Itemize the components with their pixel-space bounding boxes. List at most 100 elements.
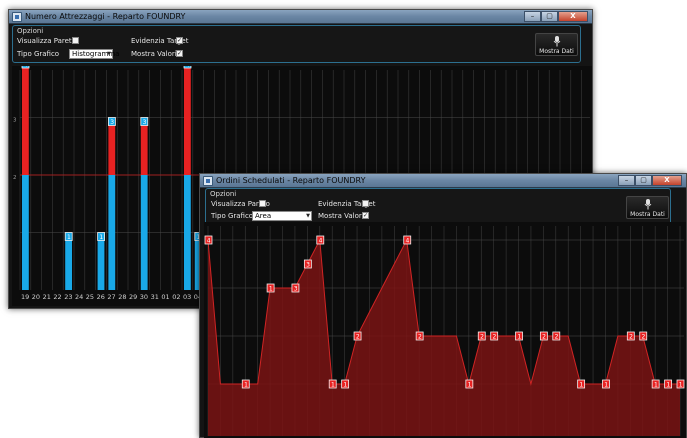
options-title: Opzioni bbox=[17, 27, 44, 35]
front-window-title: Ordini Schedulati - Reparto FOUNDRY bbox=[216, 176, 366, 185]
x-tick-label: 27 bbox=[107, 293, 115, 301]
back-window-title: Numero Attrezzaggi - Reparto FOUNDRY bbox=[25, 12, 186, 21]
target-checkbox[interactable] bbox=[362, 200, 369, 207]
close-button[interactable]: X bbox=[652, 175, 682, 186]
bar-blue bbox=[97, 232, 105, 290]
minimize-button[interactable]: – bbox=[618, 175, 635, 186]
data-label: 1 bbox=[343, 381, 347, 388]
mostra-dati-label: Mostra Dati bbox=[539, 48, 574, 55]
values-checkbox[interactable]: ✓ bbox=[362, 212, 369, 219]
data-label: 2 bbox=[418, 333, 422, 340]
values-label: Mostra Valori bbox=[318, 212, 364, 220]
data-label: 1 bbox=[244, 381, 248, 388]
bar-blue bbox=[65, 232, 72, 290]
x-tick-label: 21 bbox=[43, 293, 51, 301]
data-label: 2 bbox=[356, 333, 360, 340]
microphone-icon bbox=[553, 36, 561, 47]
data-label: 1 bbox=[67, 234, 71, 241]
y-tick-label: 2 bbox=[13, 175, 17, 181]
bar-blue bbox=[108, 175, 116, 290]
options-panel: Opzioni Visualizza Pareto Tipo Grafico H… bbox=[12, 25, 581, 63]
values-checkbox[interactable]: ✓ bbox=[176, 50, 183, 57]
data-label: 1 bbox=[269, 285, 273, 292]
bar-blue bbox=[184, 175, 191, 290]
target-checkbox[interactable]: ✓ bbox=[176, 37, 183, 44]
data-label: 3 bbox=[143, 119, 147, 126]
data-label: 1 bbox=[604, 381, 608, 388]
window-controls: – ▢ X bbox=[618, 175, 682, 186]
x-tick-label: 29 bbox=[129, 293, 137, 301]
bar-red bbox=[108, 117, 116, 175]
window-controls: – ▢ X bbox=[524, 11, 588, 22]
bar-red bbox=[22, 66, 29, 175]
x-tick-label: 31 bbox=[151, 293, 159, 301]
data-label: 1 bbox=[666, 381, 670, 388]
data-label: 1 bbox=[654, 381, 658, 388]
data-label: 2 bbox=[555, 333, 559, 340]
bar-blue bbox=[140, 175, 148, 290]
maximize-button[interactable]: ▢ bbox=[541, 11, 558, 22]
x-tick-label: 25 bbox=[86, 293, 94, 301]
data-label: 4 bbox=[24, 66, 28, 68]
x-tick-label: 20 bbox=[32, 293, 40, 301]
app-icon bbox=[12, 12, 22, 22]
pareto-checkbox[interactable] bbox=[259, 200, 266, 207]
chevron-down-icon: ▼ bbox=[306, 213, 310, 219]
data-label: 2 bbox=[642, 333, 646, 340]
back-window-titlebar[interactable]: Numero Attrezzaggi - Reparto FOUNDRY – ▢… bbox=[9, 10, 592, 24]
minimize-button[interactable]: – bbox=[524, 11, 541, 22]
data-label: 1 bbox=[517, 333, 521, 340]
x-tick-label: 30 bbox=[140, 293, 148, 301]
chart-type-select[interactable]: Histogramma ▼ bbox=[69, 49, 119, 59]
close-button[interactable]: X bbox=[558, 11, 588, 22]
data-label: 2 bbox=[480, 333, 484, 340]
x-tick-label: 19 bbox=[21, 293, 29, 301]
pareto-checkbox[interactable] bbox=[72, 37, 79, 44]
x-tick-label: 28 bbox=[118, 293, 126, 301]
data-label: 1 bbox=[679, 381, 683, 388]
x-tick-label: 26 bbox=[97, 293, 105, 301]
pareto-label: Visualizza Pareto bbox=[17, 37, 76, 45]
x-tick-label: 03 bbox=[183, 293, 191, 301]
app-icon bbox=[203, 176, 213, 186]
bar-red bbox=[184, 66, 191, 175]
data-label: 1 bbox=[331, 381, 335, 388]
x-tick-label: 02 bbox=[172, 293, 180, 301]
data-label: 4 bbox=[319, 237, 323, 244]
data-label: 2 bbox=[542, 333, 546, 340]
bar-blue bbox=[22, 175, 29, 290]
data-label: 1 bbox=[99, 234, 103, 241]
data-label: 2 bbox=[492, 333, 496, 340]
options-title: Opzioni bbox=[210, 190, 237, 198]
data-label: 2 bbox=[629, 333, 633, 340]
maximize-button[interactable]: ▢ bbox=[635, 175, 652, 186]
type-label: Tipo Grafico bbox=[211, 212, 254, 220]
values-label: Mostra Valori bbox=[131, 50, 177, 58]
mostra-dati-button[interactable]: Mostra Dati bbox=[626, 196, 669, 219]
chart-type-select[interactable]: Area ▼ bbox=[252, 211, 312, 221]
mostra-dati-label: Mostra Dati bbox=[630, 211, 665, 218]
mostra-dati-button[interactable]: Mostra Dati bbox=[535, 33, 578, 56]
x-tick-label: 01 bbox=[161, 293, 169, 301]
chart-type-value: Histogramma bbox=[72, 50, 120, 58]
data-label: 4 bbox=[207, 237, 211, 244]
data-label: 1 bbox=[468, 381, 472, 388]
data-label: 3 bbox=[294, 285, 298, 292]
chevron-down-icon: ▼ bbox=[107, 51, 111, 57]
data-label: 4 bbox=[186, 66, 190, 68]
data-label: 3 bbox=[110, 119, 114, 126]
type-label: Tipo Grafico bbox=[17, 50, 60, 58]
data-label: 1 bbox=[579, 381, 583, 388]
front-window: Ordini Schedulati - Reparto FOUNDRY – ▢ … bbox=[199, 173, 687, 438]
data-label: 4 bbox=[406, 237, 410, 244]
x-tick-label: 23 bbox=[64, 293, 72, 301]
bar-red bbox=[140, 117, 148, 175]
x-tick-label: 22 bbox=[53, 293, 61, 301]
area-chart: 4 1 1 3 3 4 1 1 2 4 2 1 2 2 1 2 2 1 1 2 2 1 1 1 bbox=[204, 222, 686, 438]
front-window-titlebar[interactable]: Ordini Schedulati - Reparto FOUNDRY – ▢ … bbox=[200, 174, 686, 188]
area-chart-svg: 4 1 1 3 3 4 1 1 2 4 2 1 2 2 1 2 2 1 1 2 2 1 1 1 bbox=[204, 226, 685, 436]
data-label: 3 bbox=[306, 261, 310, 268]
y-tick-label: 3 bbox=[13, 118, 17, 124]
chart-type-value: Area bbox=[255, 212, 272, 220]
microphone-icon bbox=[644, 199, 652, 210]
